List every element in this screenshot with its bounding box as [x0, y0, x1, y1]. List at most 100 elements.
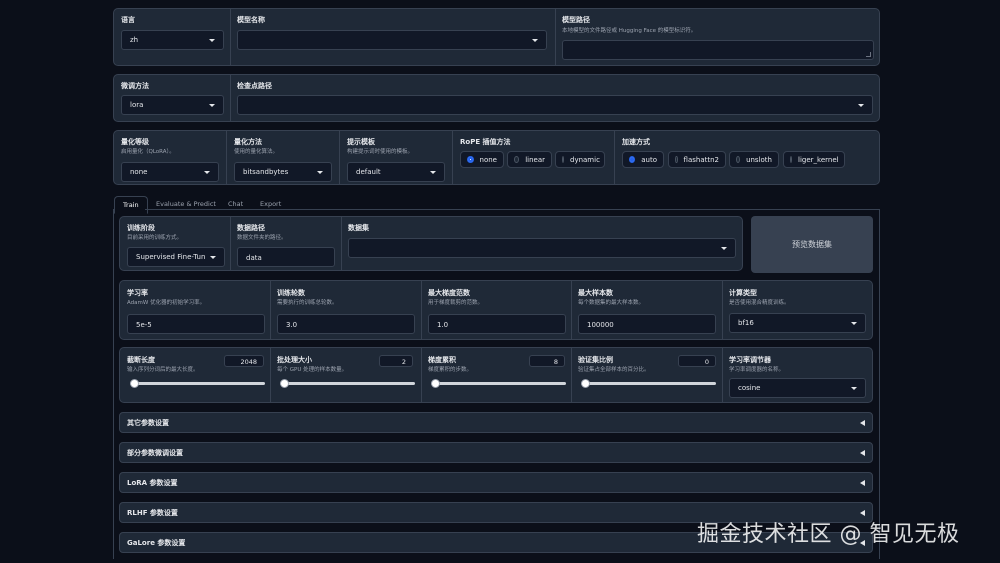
chevron-down-icon — [209, 103, 215, 107]
rope-option-label: none — [479, 155, 497, 164]
batch-size-info: 每个 GPU 处理的样本数量。 — [277, 367, 348, 373]
dataset-dropdown[interactable] — [348, 238, 736, 258]
cutoff-len-slider-thumb[interactable] — [130, 379, 139, 388]
rope-label: RoPE 插值方法 — [460, 138, 511, 146]
booster-option-unsloth[interactable]: unsloth — [729, 151, 779, 168]
stage-info: 目前采用的训练方式。 — [127, 235, 183, 241]
batch-size-slider-thumb[interactable] — [280, 379, 289, 388]
chevron-down-icon — [204, 170, 210, 174]
stage-label: 训练阶段 — [127, 224, 155, 232]
grad-accum-slider-thumb[interactable] — [431, 379, 440, 388]
quant-bit-label: 量化等级 — [121, 138, 149, 146]
val-size-slider-track[interactable] — [581, 382, 716, 385]
grad-accum-number[interactable]: 8 — [529, 355, 565, 367]
compute-type-value: bf16 — [738, 319, 754, 327]
rope-option-none[interactable]: none — [460, 151, 504, 168]
rope-option-linear[interactable]: linear — [507, 151, 552, 168]
finetune-row-panel: 微调方法 lora 检查点路径 — [113, 74, 880, 122]
accordion-freeze-params[interactable]: 部分参数微调设置 — [119, 442, 873, 463]
max-grad-norm-label: 最大梯度范数 — [428, 289, 470, 297]
quant-bit-value: none — [130, 168, 148, 176]
tab-body-border-left — [113, 209, 114, 559]
quant-method-info: 使用的量化算法。 — [234, 149, 279, 155]
quant-method-value: bitsandbytes — [243, 168, 289, 176]
template-info: 构建提示词时使用的模板。 — [347, 149, 414, 155]
booster-option-flashattn2[interactable]: flashattn2 — [668, 151, 726, 168]
grad-accum-info: 梯度累积的步数。 — [428, 367, 473, 373]
lr-scheduler-value: cosine — [738, 384, 761, 392]
batch-size-slider-track[interactable] — [280, 382, 415, 385]
finetune-dropdown[interactable]: lora — [121, 95, 224, 115]
lr-scheduler-label: 学习率调节器 — [729, 356, 771, 364]
stage-dropdown[interactable]: Supervised Fine-Tuning — [127, 247, 225, 267]
template-label: 提示模板 — [347, 138, 375, 146]
max-samples-input[interactable]: 100000 — [578, 314, 716, 334]
stage-value: Supervised Fine-Tuning — [136, 253, 206, 261]
chevron-down-icon — [721, 246, 727, 250]
accordion-lora-params[interactable]: LoRA 参数设置 — [119, 472, 873, 493]
cutoff-len-label: 截断长度 — [127, 356, 155, 364]
val-size-label: 验证集比例 — [578, 356, 613, 364]
radio-selected-icon — [467, 156, 474, 163]
booster-option-liger-kernel[interactable]: liger_kernel — [783, 151, 845, 168]
preview-dataset-button[interactable]: 预览数据集 — [751, 216, 873, 273]
val-size-info: 验证集占全部样本的百分比。 — [578, 367, 650, 373]
template-dropdown[interactable]: default — [347, 162, 445, 182]
batch-size-number[interactable]: 2 — [379, 355, 413, 367]
compute-type-dropdown[interactable]: bf16 — [729, 313, 866, 333]
val-size-number[interactable]: 0 — [678, 355, 716, 367]
dataset-dir-input[interactable]: data — [237, 247, 335, 267]
quant-method-label: 量化方法 — [234, 138, 262, 146]
lang-label: 语言 — [121, 16, 135, 24]
cutoff-len-number[interactable]: 2048 — [224, 355, 264, 367]
app-frame: 语言 zh 模型名称 模型路径 本地模型的文件路径或 Hugging Face … — [0, 0, 1000, 563]
model-name-dropdown[interactable] — [237, 30, 547, 50]
grad-accum-slider-track[interactable] — [431, 382, 566, 385]
learning-rate-input[interactable]: 5e-5 — [127, 314, 265, 334]
chevron-down-icon — [317, 170, 323, 174]
dataset-label: 数据集 — [348, 224, 369, 232]
learning-rate-label: 学习率 — [127, 289, 148, 297]
radio-selected-icon — [629, 156, 636, 163]
advanced-row-panel: 量化等级 启用量化（QLoRA）。 none 量化方法 使用的量化算法。 bit… — [113, 130, 880, 185]
booster-option-label: unsloth — [746, 155, 772, 164]
lang-value: zh — [130, 36, 139, 44]
booster-option-label: auto — [641, 155, 657, 164]
model-path-info: 本地模型的文件路径或 Hugging Face 的模型标识符。 — [562, 28, 697, 34]
quant-method-dropdown[interactable]: bitsandbytes — [234, 162, 332, 182]
batch-size-label: 批处理大小 — [277, 356, 312, 364]
cutoff-len-slider-track[interactable] — [130, 382, 265, 385]
radio-unselected-icon — [675, 156, 678, 163]
val-size-slider-thumb[interactable] — [581, 379, 590, 388]
epochs-input[interactable]: 3.0 — [277, 314, 415, 334]
lang-dropdown[interactable]: zh — [121, 30, 224, 50]
model-path-label: 模型路径 — [562, 16, 590, 24]
tab-train[interactable]: Train — [114, 196, 148, 214]
learning-rate-info: AdamW 优化器的初始学习率。 — [127, 300, 206, 306]
collapse-arrow-icon — [860, 419, 865, 426]
chevron-down-icon — [532, 38, 538, 42]
compute-type-info: 是否使用混合精度训练。 — [729, 300, 790, 306]
model-row-panel: 语言 zh 模型名称 模型路径 本地模型的文件路径或 Hugging Face … — [113, 8, 880, 66]
max-samples-label: 最大样本数 — [578, 289, 613, 297]
lr-scheduler-dropdown[interactable]: cosine — [729, 378, 866, 398]
epochs-info: 需要执行的训练总轮数。 — [277, 300, 338, 306]
resize-grip-icon — [866, 52, 871, 57]
quant-bit-dropdown[interactable]: none — [121, 162, 219, 182]
radio-unselected-icon — [514, 156, 520, 163]
watermark-text: 掘金技术社区 @ 智见无极 — [697, 522, 960, 547]
checkpoint-dropdown[interactable] — [237, 95, 873, 115]
collapse-arrow-icon — [860, 509, 865, 516]
checkpoint-label: 检查点路径 — [237, 82, 272, 90]
lr-scheduler-info: 学习率调度器的名称。 — [729, 367, 785, 373]
rope-option-label: dynamic — [570, 155, 600, 164]
radio-unselected-icon — [790, 156, 792, 163]
chevron-down-icon — [851, 386, 857, 390]
rope-option-dynamic[interactable]: dynamic — [555, 151, 605, 168]
stage-row-panel: 训练阶段 目前采用的训练方式。 Supervised Fine-Tuning 数… — [119, 216, 743, 271]
template-value: default — [356, 168, 381, 176]
booster-option-auto[interactable]: auto — [622, 151, 664, 168]
max-grad-norm-input[interactable]: 1.0 — [428, 314, 566, 334]
accordion-other-params[interactable]: 其它参数设置 — [119, 412, 873, 433]
model-path-input[interactable] — [562, 40, 874, 60]
